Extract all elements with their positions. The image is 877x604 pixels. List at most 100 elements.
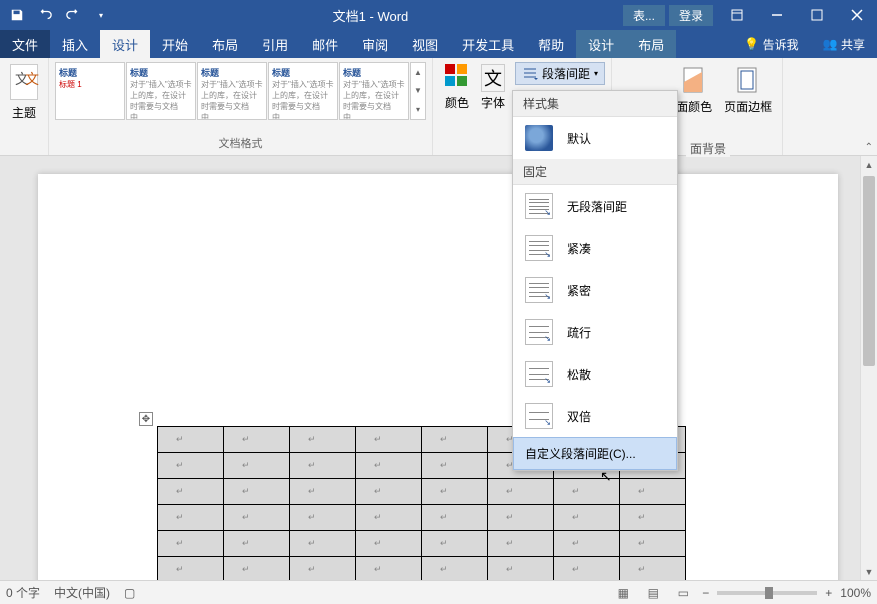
spacing-default[interactable]: 默认 — [513, 117, 677, 159]
style-gallery-scroll[interactable]: ▲▼▾ — [410, 62, 426, 120]
page-borders-button[interactable]: 页面边框 — [720, 62, 776, 117]
login-button[interactable]: 登录 — [669, 5, 713, 26]
style-card[interactable]: 标题对于"插入"选项卡上的库，在设计时需要与文档中… — [339, 62, 409, 120]
table-tools-context[interactable]: 表... — [623, 5, 665, 26]
tab-home[interactable]: 开始 — [150, 30, 200, 58]
style-card[interactable]: 标题对于"插入"选项卡上的库，在设计时需要与文档中… — [268, 62, 338, 120]
tab-references[interactable]: 引用 — [250, 30, 300, 58]
quick-access-toolbar: ▾ — [0, 2, 118, 28]
chevron-up-icon[interactable]: ▲ — [411, 63, 425, 81]
scroll-down-icon[interactable]: ▼ — [861, 563, 877, 580]
tell-me-button[interactable]: 💡 告诉我 — [732, 36, 810, 53]
colors-icon — [445, 64, 469, 92]
spacing-custom[interactable]: 自定义段落间距(C)... — [513, 437, 677, 470]
group-label-page-bg: 面背景 — [686, 140, 730, 157]
dropdown-section-fixed: 固定 — [513, 159, 677, 185]
spacing-compact[interactable]: ↘ 紧凑 — [513, 227, 677, 269]
tab-insert[interactable]: 插入 — [50, 30, 100, 58]
themes-icon — [10, 64, 38, 100]
zoom-slider[interactable] — [717, 591, 817, 595]
tab-table-design[interactable]: 设计 — [576, 30, 626, 58]
paragraph-spacing-button[interactable]: 段落间距▾ — [515, 62, 605, 85]
print-layout-button[interactable]: ▤ — [642, 584, 664, 602]
themes-group: 主题 — [0, 58, 49, 155]
maximize-button[interactable] — [797, 0, 837, 30]
redo-button[interactable] — [60, 2, 86, 28]
collapse-ribbon-button[interactable]: ⌃ — [865, 142, 873, 153]
page-border-icon — [732, 64, 764, 96]
spacing-none[interactable]: ↘ 无段落间距 — [513, 185, 677, 227]
expand-icon[interactable]: ▾ — [411, 101, 425, 119]
page-color-icon — [678, 64, 710, 96]
document-area: ✥ ↵ ▲ ▼ — [0, 156, 877, 580]
spacing-double-icon: ↘ — [525, 403, 553, 429]
spacing-open[interactable]: ↘ 疏行 — [513, 311, 677, 353]
table-row — [158, 557, 686, 581]
title-bar: ▾ 文档1 - Word 表... 登录 — [0, 0, 877, 30]
tab-layout[interactable]: 布局 — [200, 30, 250, 58]
window-title: 文档1 - Word — [118, 6, 623, 25]
dropdown-section-styleset: 样式集 — [513, 91, 677, 117]
tab-devtools[interactable]: 开发工具 — [450, 30, 526, 58]
scrollbar-thumb[interactable] — [863, 176, 875, 366]
fonts-button[interactable]: 文 字体 — [475, 62, 511, 113]
tab-view[interactable]: 视图 — [400, 30, 450, 58]
share-icon: 👥 — [823, 37, 838, 51]
tab-review[interactable]: 审阅 — [350, 30, 400, 58]
zoom-level[interactable]: 100% — [840, 586, 871, 600]
style-card[interactable]: 标题对于"插入"选项卡上的库，在设计时需要与文档中… — [197, 62, 267, 120]
zoom-in-button[interactable]: + — [825, 586, 832, 600]
table-row — [158, 479, 686, 505]
ribbon: 主题 标题标题 1 标题对于"插入"选项卡上的库，在设计时需要与文档中… 标题对… — [0, 58, 877, 156]
web-layout-button[interactable]: ▭ — [672, 584, 694, 602]
page-color-button[interactable]: 面颜色 — [672, 62, 716, 117]
tab-file[interactable]: 文件 — [0, 30, 50, 58]
themes-button[interactable]: 主题 — [6, 62, 42, 123]
zoom-out-button[interactable]: − — [702, 586, 709, 600]
share-button[interactable]: 👥 共享 — [811, 36, 877, 53]
spacing-compact-icon: ↘ — [525, 235, 553, 261]
ribbon-tabs: 文件 插入 设计 开始 布局 引用 邮件 审阅 视图 开发工具 帮助 设计 布局… — [0, 30, 877, 58]
language-status[interactable]: 中文(中国) — [54, 584, 110, 601]
tab-table-layout[interactable]: 布局 — [626, 30, 676, 58]
zoom-slider-thumb[interactable] — [765, 587, 773, 599]
spacing-double[interactable]: ↘ 双倍 — [513, 395, 677, 437]
scroll-up-icon[interactable]: ▲ — [861, 156, 877, 173]
spacing-open-icon: ↘ — [525, 319, 553, 345]
chevron-down-icon[interactable]: ▼ — [411, 82, 425, 100]
table-row — [158, 505, 686, 531]
tab-design[interactable]: 设计 — [100, 30, 150, 58]
paragraph-spacing-dropdown: 样式集 默认 固定 ↘ 无段落间距 ↘ 紧凑 ↘ 紧密 ↘ 疏行 ↘ 松散 ↘ … — [512, 90, 678, 471]
lightbulb-icon: 💡 — [744, 37, 759, 51]
document-formatting-group: 标题标题 1 标题对于"插入"选项卡上的库，在设计时需要与文档中… 标题对于"插… — [49, 58, 433, 155]
colors-button[interactable]: 颜色 — [439, 62, 475, 113]
tab-mailings[interactable]: 邮件 — [300, 30, 350, 58]
close-button[interactable] — [837, 0, 877, 30]
spacing-icon — [522, 66, 538, 82]
word-count[interactable]: 0 个字 — [6, 584, 40, 601]
spacing-tight-icon: ↘ — [525, 277, 553, 303]
fonts-icon: 文 — [481, 64, 505, 92]
macro-status-icon[interactable]: ▢ — [124, 586, 135, 600]
read-mode-button[interactable]: ▦ — [612, 584, 634, 602]
tab-help[interactable]: 帮助 — [526, 30, 576, 58]
titlebar-right: 表... 登录 — [623, 0, 877, 30]
status-bar: 0 个字 中文(中国) ▢ ▦ ▤ ▭ − + 100% — [0, 580, 877, 604]
style-set-gallery[interactable]: 标题标题 1 标题对于"插入"选项卡上的库，在设计时需要与文档中… 标题对于"插… — [55, 62, 426, 120]
spacing-none-icon: ↘ — [525, 193, 553, 219]
default-icon — [525, 125, 553, 151]
spacing-tight[interactable]: ↘ 紧密 — [513, 269, 677, 311]
table-move-handle[interactable]: ✥ — [139, 412, 153, 426]
style-card[interactable]: 标题对于"插入"选项卡上的库，在设计时需要与文档中… — [126, 62, 196, 120]
style-card[interactable]: 标题标题 1 — [55, 62, 125, 120]
vertical-scrollbar[interactable]: ▲ ▼ — [860, 156, 877, 580]
undo-button[interactable] — [32, 2, 58, 28]
table-row — [158, 531, 686, 557]
minimize-button[interactable] — [757, 0, 797, 30]
ribbon-display-button[interactable] — [717, 0, 757, 30]
group-label: 文档格式 — [55, 133, 426, 151]
save-button[interactable] — [4, 2, 30, 28]
spacing-relaxed-icon: ↘ — [525, 361, 553, 387]
qat-more-button[interactable]: ▾ — [88, 2, 114, 28]
spacing-relaxed[interactable]: ↘ 松散 — [513, 353, 677, 395]
